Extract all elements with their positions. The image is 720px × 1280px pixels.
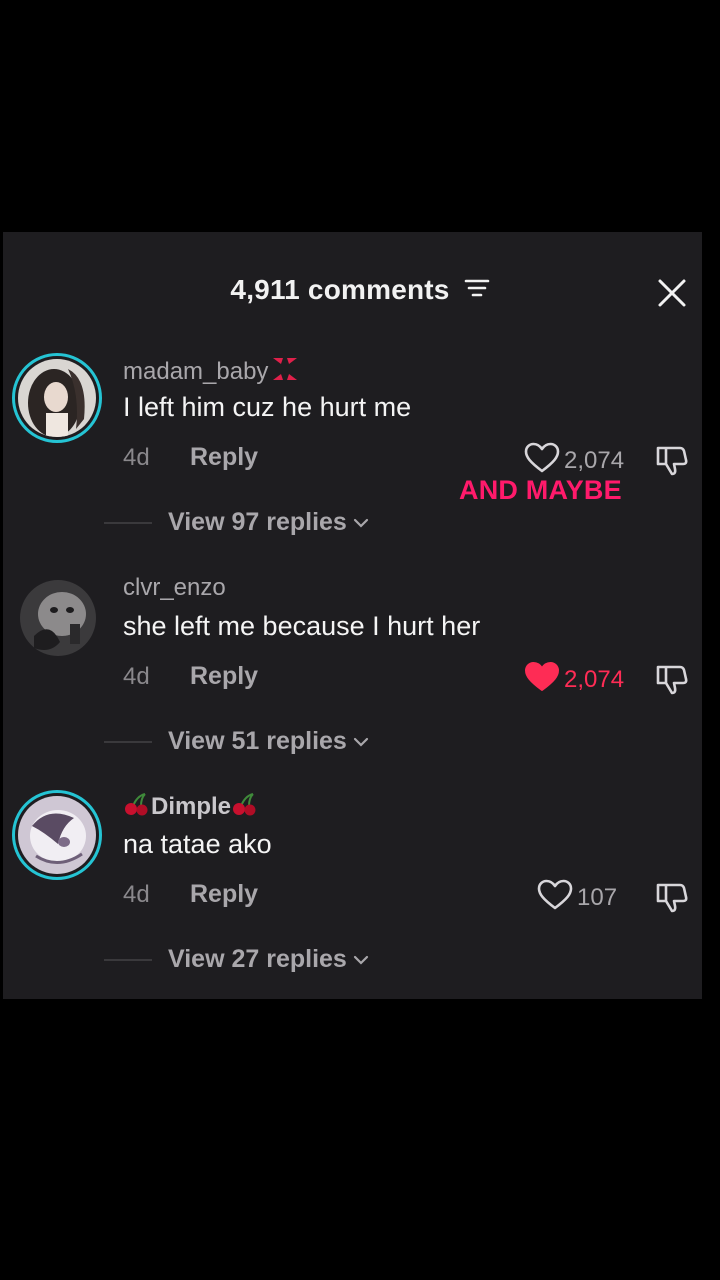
chevron-down-icon — [353, 952, 369, 970]
comment-username[interactable]: madam_baby — [123, 355, 300, 390]
comment-text: I left him cuz he hurt me — [123, 392, 412, 422]
comment-text: na tatae ako — [123, 829, 272, 859]
comments-header: 4,911 comments — [0, 274, 720, 306]
reply-button[interactable]: Reply — [190, 880, 258, 909]
cherry-emoji-icon — [123, 792, 151, 823]
comment-time: 4d — [123, 663, 150, 690]
like-count: 2,074 — [564, 665, 625, 693]
heart-icon — [524, 661, 560, 698]
reply-button[interactable]: Reply — [190, 443, 258, 472]
view-replies-button[interactable]: View 51 replies — [104, 727, 369, 756]
comment-username[interactable]: Dimple — [123, 792, 259, 823]
filter-icon[interactable] — [464, 274, 490, 306]
comment-time: 4d — [123, 444, 150, 471]
dislike-icon[interactable] — [654, 661, 690, 697]
avatar[interactable] — [12, 790, 102, 880]
chevron-down-icon — [353, 515, 369, 533]
comment-time: 4d — [123, 881, 150, 908]
chevron-down-icon — [353, 734, 369, 752]
divider — [104, 521, 152, 524]
avatar[interactable] — [12, 572, 102, 662]
like-button[interactable]: 107 — [537, 879, 617, 916]
dislike-icon[interactable] — [654, 879, 690, 915]
reply-button[interactable]: Reply — [190, 662, 258, 691]
anger-emoji-icon — [270, 355, 300, 390]
divider — [104, 740, 152, 743]
like-count: 107 — [577, 883, 618, 911]
video-caption-overlay: AND MAYBE — [459, 475, 622, 505]
comments-count-title: 4,911 comments — [230, 274, 450, 305]
avatar[interactable] — [12, 353, 102, 443]
like-button[interactable]: 2,074 — [524, 442, 624, 479]
cherry-emoji-icon — [231, 792, 259, 823]
view-replies-button[interactable]: View 27 replies — [104, 945, 369, 974]
heart-icon — [524, 442, 560, 479]
view-replies-button[interactable]: View 97 replies — [104, 508, 369, 537]
dislike-icon[interactable] — [654, 442, 690, 478]
comment-text: she left me because I hurt her — [123, 611, 481, 641]
heart-icon — [537, 879, 573, 916]
like-count: 2,074 — [564, 446, 625, 474]
like-button[interactable]: 2,074 — [524, 661, 624, 698]
divider — [104, 958, 152, 961]
close-icon[interactable] — [656, 277, 688, 309]
comment-username[interactable]: clvr_enzo — [123, 574, 226, 602]
